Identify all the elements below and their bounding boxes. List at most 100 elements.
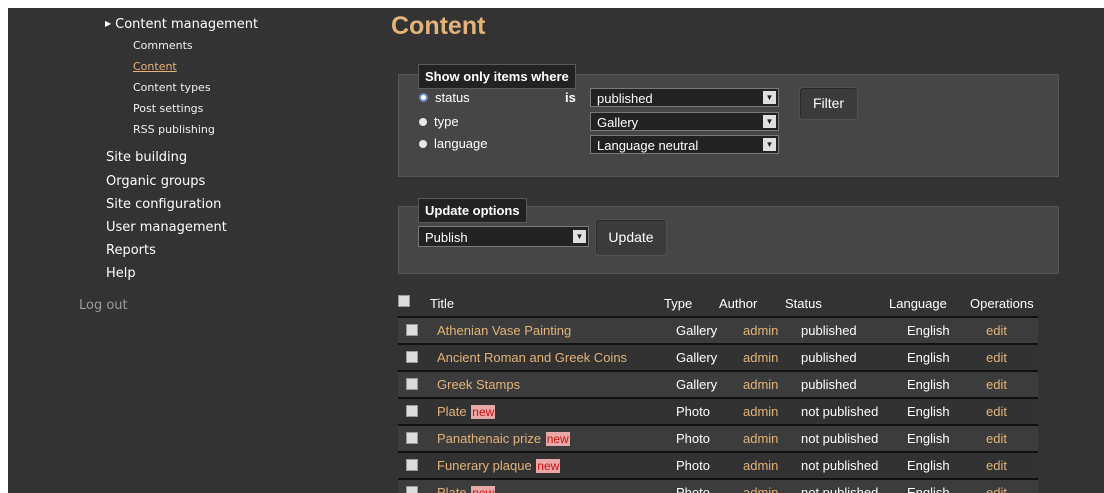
new-badge: new bbox=[471, 405, 496, 419]
node-type: Photo bbox=[676, 431, 710, 446]
node-title-link[interactable]: Ancient Roman and Greek Coins bbox=[437, 350, 627, 365]
node-title-link[interactable]: Plate new bbox=[437, 404, 496, 419]
node-language: English bbox=[907, 458, 950, 473]
sidebar-item-content[interactable]: Content bbox=[133, 60, 177, 73]
sidebar-item-content-management[interactable]: ▶ Content management bbox=[105, 17, 258, 32]
dropdown-arrow-icon: ▼ bbox=[573, 230, 586, 243]
sidebar-item-comments[interactable]: Comments bbox=[133, 39, 193, 52]
admin-page: ▶ Content management Comments Content Con… bbox=[8, 8, 1104, 493]
node-language: English bbox=[907, 377, 950, 392]
sidebar-item-content-types[interactable]: Content types bbox=[133, 81, 211, 94]
update-action-select[interactable]: Publish ▼ bbox=[418, 226, 589, 247]
edit-link[interactable]: edit bbox=[986, 485, 1007, 493]
type-select[interactable]: Gallery ▼ bbox=[590, 112, 779, 131]
node-type: Photo bbox=[676, 485, 710, 493]
radio-type[interactable]: type bbox=[419, 114, 459, 129]
row-checkbox[interactable] bbox=[406, 378, 418, 390]
table-row: Plate new Photo admin not published Engl… bbox=[398, 397, 1038, 425]
radio-selected-icon bbox=[419, 93, 428, 102]
edit-link[interactable]: edit bbox=[986, 323, 1007, 338]
update-legend: Update options bbox=[418, 198, 527, 223]
sidebar-item-post-settings[interactable]: Post settings bbox=[133, 102, 203, 115]
row-checkbox[interactable] bbox=[406, 405, 418, 417]
author-link[interactable]: admin bbox=[743, 323, 778, 338]
column-header-type[interactable]: Type bbox=[664, 296, 692, 311]
filter-legend: Show only items where bbox=[418, 64, 576, 89]
radio-status[interactable]: status bbox=[419, 90, 470, 105]
status-select[interactable]: published ▼ bbox=[590, 88, 779, 107]
node-title-link[interactable]: Panathenaic prize new bbox=[437, 431, 570, 446]
new-badge: new bbox=[545, 432, 570, 446]
update-button[interactable]: Update bbox=[595, 219, 667, 256]
node-title-link[interactable]: Athenian Vase Painting bbox=[437, 323, 571, 338]
select-value: Publish bbox=[425, 230, 468, 245]
row-checkbox[interactable] bbox=[406, 486, 418, 493]
radio-icon bbox=[419, 118, 427, 126]
author-link[interactable]: admin bbox=[743, 431, 778, 446]
node-title-link[interactable]: Funerary plaque new bbox=[437, 458, 561, 473]
node-language: English bbox=[907, 404, 950, 419]
node-type: Gallery bbox=[676, 323, 718, 338]
author-link[interactable]: admin bbox=[743, 458, 778, 473]
triangle-right-icon: ▶ bbox=[105, 19, 112, 28]
node-title-link[interactable]: Plate new bbox=[437, 485, 496, 493]
operator-label: is bbox=[565, 90, 576, 105]
row-checkbox[interactable] bbox=[406, 324, 418, 336]
edit-link[interactable]: edit bbox=[986, 458, 1007, 473]
edit-link[interactable]: edit bbox=[986, 431, 1007, 446]
sidebar-item-organic-groups[interactable]: Organic groups bbox=[106, 174, 205, 189]
node-status: published bbox=[801, 350, 857, 365]
node-language: English bbox=[907, 431, 950, 446]
sidebar-item-help[interactable]: Help bbox=[106, 266, 136, 281]
filter-button[interactable]: Filter bbox=[799, 87, 858, 120]
select-value: Gallery bbox=[597, 115, 639, 130]
page-title: Content bbox=[391, 12, 486, 40]
column-header-language: Language bbox=[889, 296, 947, 311]
node-status: not published bbox=[801, 431, 879, 446]
author-link[interactable]: admin bbox=[743, 485, 778, 493]
dropdown-arrow-icon: ▼ bbox=[763, 91, 776, 104]
sidebar-item-user-management[interactable]: User management bbox=[106, 220, 227, 235]
node-type: Photo bbox=[676, 404, 710, 419]
node-status: not published bbox=[801, 458, 879, 473]
column-header-title[interactable]: Title bbox=[430, 296, 454, 311]
new-badge: new bbox=[536, 459, 561, 473]
column-header-operations: Operations bbox=[970, 296, 1034, 311]
sidebar-item-site-configuration[interactable]: Site configuration bbox=[106, 197, 221, 212]
node-status: published bbox=[801, 323, 857, 338]
radio-language[interactable]: language bbox=[419, 136, 488, 151]
edit-link[interactable]: edit bbox=[986, 404, 1007, 419]
sidebar-item-site-building[interactable]: Site building bbox=[106, 150, 187, 165]
column-header-status[interactable]: Status bbox=[785, 296, 822, 311]
row-checkbox[interactable] bbox=[406, 432, 418, 444]
node-title-link[interactable]: Greek Stamps bbox=[437, 377, 520, 392]
radio-label: type bbox=[434, 114, 459, 129]
author-link[interactable]: admin bbox=[743, 404, 778, 419]
node-status: not published bbox=[801, 404, 879, 419]
sidebar: ▶ Content management Comments Content Con… bbox=[8, 8, 378, 493]
table-row: Athenian Vase Painting Gallery admin pub… bbox=[398, 316, 1038, 344]
new-badge: new bbox=[471, 486, 496, 493]
table-row: Funerary plaque new Photo admin not publ… bbox=[398, 451, 1038, 479]
row-checkbox[interactable] bbox=[406, 351, 418, 363]
node-language: English bbox=[907, 485, 950, 493]
logout-link[interactable]: Log out bbox=[79, 298, 128, 313]
radio-label: language bbox=[434, 136, 488, 151]
column-header-author[interactable]: Author bbox=[719, 296, 757, 311]
sidebar-item-label: Content management bbox=[115, 17, 259, 32]
sidebar-item-rss-publishing[interactable]: RSS publishing bbox=[133, 123, 215, 136]
select-value: Language neutral bbox=[597, 138, 699, 153]
author-link[interactable]: admin bbox=[743, 377, 778, 392]
language-select[interactable]: Language neutral ▼ bbox=[590, 135, 779, 154]
row-checkbox[interactable] bbox=[406, 459, 418, 471]
sidebar-item-reports[interactable]: Reports bbox=[106, 243, 156, 258]
node-type: Photo bbox=[676, 458, 710, 473]
edit-link[interactable]: edit bbox=[986, 350, 1007, 365]
author-link[interactable]: admin bbox=[743, 350, 778, 365]
radio-label: status bbox=[435, 90, 470, 105]
select-all-checkbox[interactable] bbox=[398, 295, 410, 307]
edit-link[interactable]: edit bbox=[986, 377, 1007, 392]
table-row: Ancient Roman and Greek Coins Gallery ad… bbox=[398, 343, 1038, 371]
node-language: English bbox=[907, 350, 950, 365]
node-type: Gallery bbox=[676, 377, 718, 392]
